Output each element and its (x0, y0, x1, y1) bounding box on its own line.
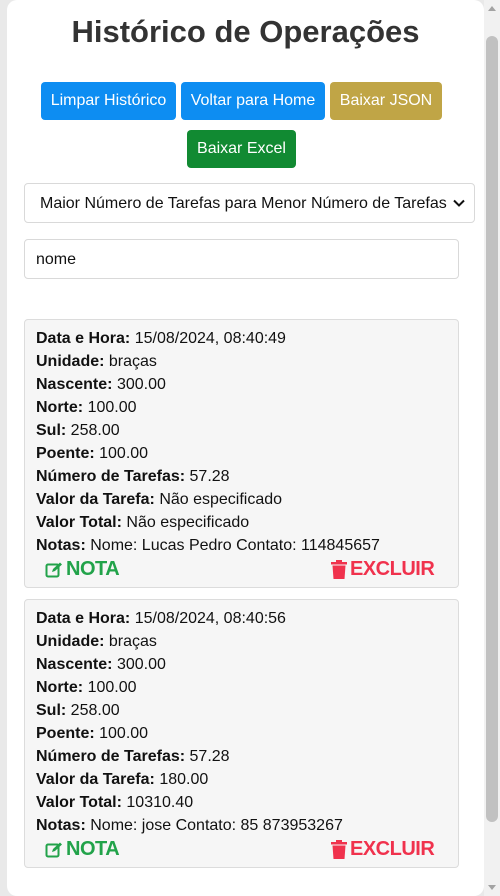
datetime-row: Data e Hora: 15/08/2024, 08:40:56 (36, 610, 286, 627)
note-button[interactable]: NOTA (45, 558, 120, 581)
delete-button[interactable]: EXCLUIR (331, 838, 435, 861)
notes-row: Notas: Nome: Lucas Pedro Contato: 114845… (36, 537, 380, 554)
tasks-row: Número de Tarefas: 57.28 (36, 468, 230, 485)
search-input-value: nome (36, 251, 77, 268)
clear-history-button[interactable]: Limpar Histórico (41, 82, 176, 120)
download-json-button[interactable]: Baixar JSON (330, 82, 442, 120)
total-row: Valor Total: Não especificado (36, 514, 250, 531)
page-title: Histórico de Operações (71, 14, 420, 49)
scroll-down-arrow-icon[interactable] (488, 885, 496, 890)
notes-row: Notas: Nome: jose Contato: 85 873953267 (36, 817, 343, 834)
south-row: Sul: 258.00 (36, 702, 120, 719)
total-row: Valor Total: 10310.40 (36, 794, 194, 811)
download-excel-button[interactable]: Baixar Excel (187, 130, 296, 168)
scroll-up-arrow-icon[interactable] (488, 6, 496, 11)
note-button[interactable]: NOTA (45, 838, 120, 861)
sort-select[interactable]: Maior Número de Tarefas para Menor Númer… (24, 183, 475, 223)
scrollbar[interactable] (484, 0, 500, 896)
unit-row: Unidade: braças (36, 633, 157, 650)
edit-icon (45, 562, 62, 577)
history-card: Data e Hora: 15/08/2024, 08:40:56 Unidad… (24, 599, 459, 868)
edit-icon (45, 842, 62, 857)
task-value-row: Valor da Tarefa: Não especificado (36, 491, 283, 508)
tasks-row: Número de Tarefas: 57.28 (36, 748, 230, 765)
task-value-row: Valor da Tarefa: 180.00 (36, 771, 209, 788)
history-card: Data e Hora: 15/08/2024, 08:40:49 Unidad… (24, 319, 459, 588)
north-row: Norte: 100.00 (36, 679, 137, 696)
unit-row: Unidade: braças (36, 353, 157, 370)
west-row: Poente: 100.00 (36, 725, 149, 742)
back-home-button[interactable]: Voltar para Home (181, 82, 325, 120)
delete-button[interactable]: EXCLUIR (331, 558, 435, 581)
sort-select-value: Maior Número de Tarefas para Menor Númer… (40, 195, 447, 212)
search-input[interactable]: nome (24, 239, 459, 279)
south-row: Sul: 258.00 (36, 422, 120, 439)
east-row: Nascente: 300.00 (36, 656, 166, 673)
scrollbar-thumb[interactable] (486, 36, 498, 822)
datetime-row: Data e Hora: 15/08/2024, 08:40:49 (36, 330, 286, 347)
chevron-down-icon (453, 199, 465, 207)
trash-icon (331, 560, 347, 579)
west-row: Poente: 100.00 (36, 445, 149, 462)
east-row: Nascente: 300.00 (36, 376, 166, 393)
north-row: Norte: 100.00 (36, 399, 137, 416)
trash-icon (331, 840, 347, 859)
